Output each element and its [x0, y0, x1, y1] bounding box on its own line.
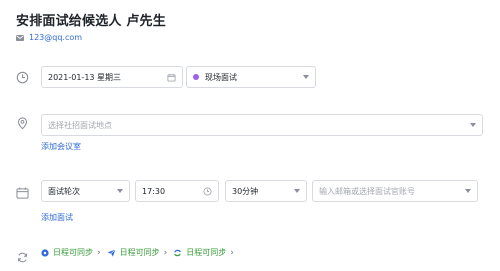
chevron-down-icon — [294, 189, 300, 193]
interviewer-placeholder: 输入邮箱或选择面试官账号 — [319, 186, 415, 196]
candidate-email-row: 123@qq.com — [16, 33, 82, 42]
interview-round-value: 面试轮次 — [48, 186, 80, 196]
calendar-icon — [16, 184, 29, 203]
time-value: 17:30 — [142, 186, 166, 196]
duration-value: 30分钟 — [232, 186, 259, 196]
interview-type-value: 现场面试 — [205, 72, 237, 82]
mail-icon — [16, 34, 24, 41]
date-picker[interactable]: 2021-01-13 星期三 — [41, 66, 183, 88]
sync-status-label: 日程可同步 — [186, 248, 227, 257]
feishu-bird-icon — [107, 248, 116, 257]
interviewer-select[interactable]: 输入邮箱或选择面试官账号 — [312, 180, 478, 202]
page-title: 安排面试给候选人 卢先生 — [16, 14, 166, 29]
interview-round-select[interactable]: 面试轮次 — [41, 180, 130, 202]
location-pin-icon — [17, 115, 28, 134]
sync-status-label: 日程可同步 — [53, 248, 93, 257]
chevron-down-icon — [117, 189, 123, 193]
date-value: 2021-01-13 星期三 — [48, 72, 122, 82]
chevron-down-icon — [303, 75, 309, 79]
candidate-email[interactable]: 123@qq.com — [29, 33, 82, 42]
chevron-right-icon: › — [97, 247, 101, 258]
chevron-down-icon — [465, 189, 471, 193]
calendar-sync-icon — [41, 248, 49, 257]
sync-icon — [17, 248, 28, 267]
location-select[interactable]: 选择社招面试地点 — [41, 114, 483, 136]
chevron-right-icon: › — [163, 247, 168, 258]
duration-select[interactable]: 30分钟 — [225, 180, 307, 202]
chevron-right-icon: › — [230, 247, 234, 258]
clock-icon — [203, 186, 212, 196]
interview-type-select[interactable]: 现场面试 — [186, 66, 316, 88]
add-interview-link[interactable]: 添加面试 — [41, 212, 73, 223]
calendar-icon — [167, 73, 176, 82]
sync-status-row: 日程可同步 › 日程可同步 › 日程可同步 › — [41, 247, 234, 258]
add-meeting-room-link[interactable]: 添加会议室 — [41, 141, 81, 152]
cloud-sync-icon — [173, 249, 182, 257]
location-placeholder: 选择社招面试地点 — [48, 120, 112, 130]
interview-type-dot — [193, 74, 199, 80]
time-picker[interactable]: 17:30 — [135, 180, 219, 202]
sync-status-label: 日程可同步 — [119, 248, 160, 257]
clock-icon — [16, 69, 29, 88]
chevron-down-icon — [470, 123, 476, 127]
